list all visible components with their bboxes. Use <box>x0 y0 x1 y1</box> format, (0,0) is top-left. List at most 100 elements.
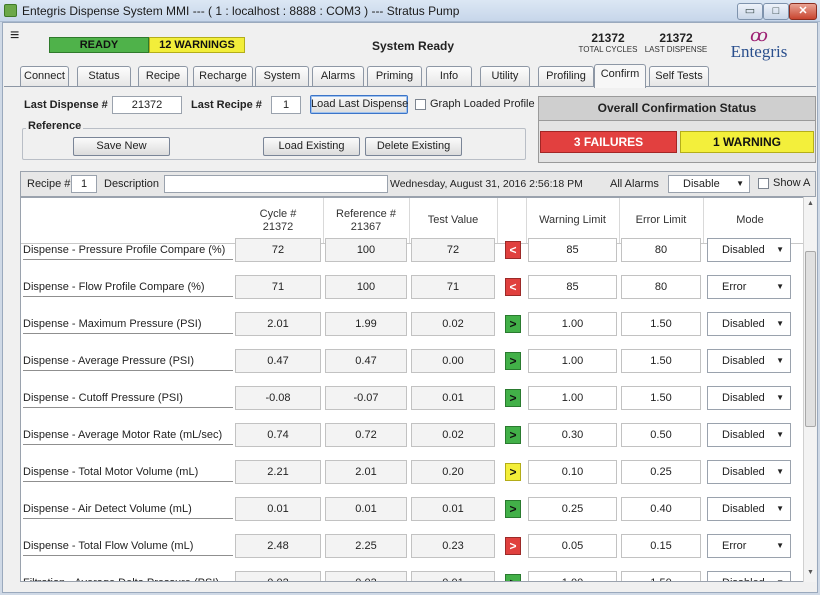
row-label: Filtration - Average Delta Pressure (PSI… <box>23 573 233 581</box>
chevron-down-icon: ▼ <box>736 179 744 188</box>
reference-header-value: 21367 <box>350 220 382 233</box>
mode-select[interactable]: Disabled ▼ <box>707 312 791 336</box>
error-limit-field[interactable]: 0.25 <box>621 460 701 484</box>
row-label: Dispense - Maximum Pressure (PSI) <box>23 314 233 334</box>
last-recipe-field[interactable]: 1 <box>271 96 301 114</box>
test-value-cell: 0.23 <box>411 534 495 558</box>
test-value-cell: 71 <box>411 275 495 299</box>
error-limit-field[interactable]: 0.40 <box>621 497 701 521</box>
error-limit-field[interactable]: 1.50 <box>621 312 701 336</box>
cycle-value-cell: -0.08 <box>235 386 321 410</box>
all-alarms-select[interactable]: Disable ▼ <box>668 175 750 193</box>
error-limit-field[interactable]: 0.15 <box>621 534 701 558</box>
load-last-dispense-button[interactable]: Load Last Dispense <box>310 95 408 114</box>
error-limit-field[interactable]: 0.50 <box>621 423 701 447</box>
graph-loaded-profile-label: Graph Loaded Profile <box>430 98 535 110</box>
reference-value-cell: 0.01 <box>325 497 407 521</box>
scrollbar-thumb[interactable] <box>805 251 816 427</box>
vertical-scrollbar[interactable]: ▲ ▼ <box>803 197 816 582</box>
tab-recipe[interactable]: Recipe <box>138 66 188 86</box>
recipe-timestamp: Wednesday, August 31, 2016 2:56:18 PM <box>390 178 583 190</box>
last-recipe-label: Last Recipe # <box>191 99 262 111</box>
tab-recharge[interactable]: Recharge <box>193 66 253 86</box>
status-indicator: > <box>505 315 521 333</box>
reference-value-cell: -0.07 <box>325 386 407 410</box>
tab-confirm[interactable]: Confirm <box>594 64 646 88</box>
last-dispense-field[interactable]: 21372 <box>112 96 182 114</box>
scroll-up-icon[interactable]: ▲ <box>804 197 817 211</box>
mode-value: Disabled <box>722 429 765 441</box>
error-limit-field[interactable]: 80 <box>621 275 701 299</box>
column-divider <box>497 198 498 243</box>
scroll-down-icon[interactable]: ▼ <box>804 566 817 580</box>
status-indicator: < <box>505 278 521 296</box>
warning-limit-field[interactable]: 85 <box>528 275 617 299</box>
reference-value-cell: 0.03 <box>325 571 407 581</box>
close-button[interactable]: ✕ <box>789 3 817 20</box>
warning-limit-field[interactable]: 0.05 <box>528 534 617 558</box>
show-all-checkbox[interactable] <box>758 178 769 189</box>
warning-limit-field[interactable]: 0.25 <box>528 497 617 521</box>
error-limit-field[interactable]: 1.50 <box>621 386 701 410</box>
warning-limit-field[interactable]: 1.00 <box>528 571 617 581</box>
tab-system[interactable]: System <box>255 66 309 86</box>
minimize-button[interactable]: ▭ <box>737 3 763 20</box>
row-label: Dispense - Average Pressure (PSI) <box>23 351 233 371</box>
cycle-value-cell: 72 <box>235 238 321 262</box>
status-indicator: > <box>505 426 521 444</box>
status-indicator: > <box>505 500 521 518</box>
tab-priming[interactable]: Priming <box>367 66 422 86</box>
description-field[interactable] <box>164 175 388 193</box>
row-label: Dispense - Flow Profile Compare (%) <box>23 277 233 297</box>
warning-limit-field[interactable]: 0.10 <box>528 460 617 484</box>
error-limit-field[interactable]: 80 <box>621 238 701 262</box>
cycle-value-cell: 2.21 <box>235 460 321 484</box>
app-icon <box>4 4 17 17</box>
status-indicator: > <box>505 352 521 370</box>
load-existing-button[interactable]: Load Existing <box>263 137 360 156</box>
mode-select[interactable]: Disabled ▼ <box>707 497 791 521</box>
maximize-button[interactable]: □ <box>763 3 789 20</box>
tab-connect[interactable]: Connect <box>20 66 69 86</box>
mode-select[interactable]: Disabled ▼ <box>707 423 791 447</box>
warnings-badge[interactable]: 12 WARNINGS <box>149 37 245 53</box>
mode-select[interactable]: Disabled ▼ <box>707 386 791 410</box>
graph-loaded-profile-checkbox[interactable] <box>415 99 426 110</box>
reference-value-cell: 1.99 <box>325 312 407 336</box>
test-value-cell: 0.20 <box>411 460 495 484</box>
last-dispense-counter-value: 21372 <box>659 31 693 45</box>
warning-limit-field[interactable]: 1.00 <box>528 312 617 336</box>
tab-info[interactable]: Info <box>426 66 472 86</box>
chevron-down-icon: ▼ <box>776 356 784 365</box>
mode-value: Error <box>722 540 747 552</box>
cycle-value-cell: 2.01 <box>235 312 321 336</box>
mode-select[interactable]: Disabled ▼ <box>707 460 791 484</box>
tab-status[interactable]: Status <box>77 66 131 86</box>
warning-limit-field[interactable]: 0.30 <box>528 423 617 447</box>
cycle-value-cell: 0.01 <box>235 497 321 521</box>
tab-self-tests[interactable]: Self Tests <box>649 66 709 86</box>
warning-limit-field[interactable]: 85 <box>528 238 617 262</box>
column-header-mode: Mode <box>736 214 764 226</box>
mode-select[interactable]: Disabled ▼ <box>707 238 791 262</box>
mode-select[interactable]: Error ▼ <box>707 534 791 558</box>
recipe-number-field[interactable]: 1 <box>71 175 97 193</box>
mode-select[interactable]: Error ▼ <box>707 275 791 299</box>
warning-badge: 1 WARNING <box>680 131 814 153</box>
mode-select[interactable]: Disabled ▼ <box>707 571 791 581</box>
confirmation-table: Cycle # 21372 Reference # 21367 Test Val… <box>20 197 804 582</box>
error-limit-field[interactable]: 1.50 <box>621 349 701 373</box>
error-limit-field[interactable]: 1.50 <box>621 571 701 581</box>
tab-utility[interactable]: Utility <box>480 66 530 86</box>
tab-profiling[interactable]: Profiling <box>538 66 594 86</box>
tab-alarms[interactable]: Alarms <box>312 66 364 86</box>
hamburger-menu-icon[interactable]: ≡ <box>10 28 19 44</box>
test-value-cell: 0.02 <box>411 312 495 336</box>
save-new-button[interactable]: Save New <box>73 137 170 156</box>
delete-existing-button[interactable]: Delete Existing <box>365 137 462 156</box>
test-value-cell: 0.00 <box>411 349 495 373</box>
warning-limit-field[interactable]: 1.00 <box>528 386 617 410</box>
warning-limit-field[interactable]: 1.00 <box>528 349 617 373</box>
mode-select[interactable]: Disabled ▼ <box>707 349 791 373</box>
chevron-down-icon: ▼ <box>776 319 784 328</box>
